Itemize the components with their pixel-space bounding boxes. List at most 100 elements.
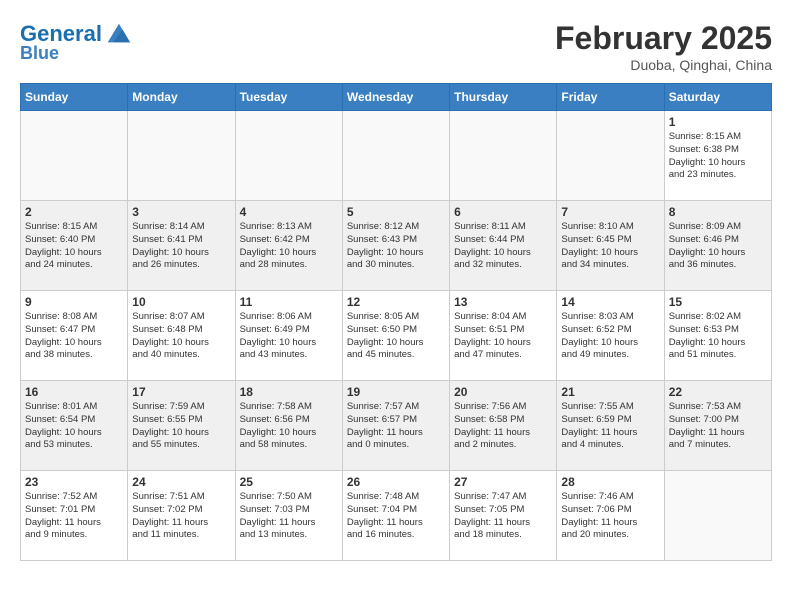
day-info: Sunrise: 7:51 AM Sunset: 7:02 PM Dayligh…	[132, 491, 230, 542]
day-number: 15	[669, 295, 767, 309]
day-number: 10	[132, 295, 230, 309]
calendar-day-cell: 13Sunrise: 8:04 AM Sunset: 6:51 PM Dayli…	[450, 291, 557, 381]
calendar-day-cell: 18 Sunrise: 7:58 AM Sunset: 6:56 PM Dayli…	[235, 381, 342, 471]
day-info: Sunrise: 8:07 AM Sunset: 6:48 PM Dayligh…	[132, 311, 230, 362]
day-number: 6	[454, 205, 552, 219]
day-info: Sunrise: 8:12 AM Sunset: 6:43 PM Dayligh…	[347, 221, 445, 272]
day-number: 7	[561, 205, 659, 219]
day-info: Sunrise: 7:59 AM Sunset: 6:55 PM Dayligh…	[132, 401, 230, 452]
calendar-day-cell: 23 Sunrise: 7:52 AM Sunset: 7:01 PM Dayli…	[21, 471, 128, 561]
weekday-header-saturday: Saturday	[664, 84, 771, 111]
calendar-day-cell	[235, 111, 342, 201]
day-info: Sunrise: 8:08 AM Sunset: 6:47 PM Dayligh…	[25, 311, 123, 362]
calendar-day-cell: 26 Sunrise: 7:48 AM Sunset: 7:04 PM Dayli…	[342, 471, 449, 561]
weekday-header-row: SundayMondayTuesdayWednesdayThursdayFrid…	[21, 84, 772, 111]
day-number: 8	[669, 205, 767, 219]
calendar-day-cell: 7 Sunrise: 8:10 AM Sunset: 6:45 PM Daylig…	[557, 201, 664, 291]
day-number: 9	[25, 295, 123, 309]
calendar-day-cell: 25 Sunrise: 7:50 AM Sunset: 7:03 PM Dayli…	[235, 471, 342, 561]
day-number: 14	[561, 295, 659, 309]
day-number: 28	[561, 475, 659, 489]
calendar-day-cell: 3Sunrise: 8:14 AM Sunset: 6:41 PM Daylig…	[128, 201, 235, 291]
day-number: 12	[347, 295, 445, 309]
calendar-day-cell: 4Sunrise: 8:13 AM Sunset: 6:42 PM Daylig…	[235, 201, 342, 291]
weekday-header-monday: Monday	[128, 84, 235, 111]
day-number: 18	[240, 385, 338, 399]
day-number: 20	[454, 385, 552, 399]
day-info: Sunrise: 7:56 AM Sunset: 6:58 PM Dayligh…	[454, 401, 552, 452]
calendar-day-cell	[21, 111, 128, 201]
day-info: Sunrise: 8:13 AM Sunset: 6:42 PM Dayligh…	[240, 221, 338, 272]
day-info: Sunrise: 7:57 AM Sunset: 6:57 PM Dayligh…	[347, 401, 445, 452]
logo: General Blue	[20, 20, 132, 64]
day-number: 17	[132, 385, 230, 399]
day-info: Sunrise: 7:46 AM Sunset: 7:06 PM Dayligh…	[561, 491, 659, 542]
day-info: Sunrise: 8:02 AM Sunset: 6:53 PM Dayligh…	[669, 311, 767, 362]
calendar-day-cell	[557, 111, 664, 201]
day-info: Sunrise: 8:09 AM Sunset: 6:46 PM Dayligh…	[669, 221, 767, 272]
day-number: 5	[347, 205, 445, 219]
day-number: 16	[25, 385, 123, 399]
calendar-day-cell: 27 Sunrise: 7:47 AM Sunset: 7:05 PM Dayli…	[450, 471, 557, 561]
weekday-header-sunday: Sunday	[21, 84, 128, 111]
day-number: 26	[347, 475, 445, 489]
location: Duoba, Qinghai, China	[555, 57, 772, 73]
day-info: Sunrise: 8:01 AM Sunset: 6:54 PM Dayligh…	[25, 401, 123, 452]
calendar-day-cell	[664, 471, 771, 561]
day-info: Sunrise: 7:48 AM Sunset: 7:04 PM Dayligh…	[347, 491, 445, 542]
day-number: 13	[454, 295, 552, 309]
day-info: Sunrise: 7:47 AM Sunset: 7:05 PM Dayligh…	[454, 491, 552, 542]
logo-icon	[104, 20, 132, 48]
weekday-header-friday: Friday	[557, 84, 664, 111]
calendar-day-cell: 8 Sunrise: 8:09 AM Sunset: 6:46 PM Daylig…	[664, 201, 771, 291]
day-number: 3	[132, 205, 230, 219]
day-number: 24	[132, 475, 230, 489]
weekday-header-wednesday: Wednesday	[342, 84, 449, 111]
day-info: Sunrise: 7:50 AM Sunset: 7:03 PM Dayligh…	[240, 491, 338, 542]
calendar-day-cell: 11 Sunrise: 8:06 AM Sunset: 6:49 PM Dayli…	[235, 291, 342, 381]
day-info: Sunrise: 8:11 AM Sunset: 6:44 PM Dayligh…	[454, 221, 552, 272]
calendar-week-row: 16 Sunrise: 8:01 AM Sunset: 6:54 PM Dayli…	[21, 381, 772, 471]
calendar-day-cell: 9 Sunrise: 8:08 AM Sunset: 6:47 PM Daylig…	[21, 291, 128, 381]
calendar-day-cell: 17 Sunrise: 7:59 AM Sunset: 6:55 PM Dayli…	[128, 381, 235, 471]
calendar-day-cell: 2Sunrise: 8:15 AM Sunset: 6:40 PM Daylig…	[21, 201, 128, 291]
month-title: February 2025	[555, 20, 772, 57]
day-number: 25	[240, 475, 338, 489]
calendar-week-row: 9 Sunrise: 8:08 AM Sunset: 6:47 PM Daylig…	[21, 291, 772, 381]
day-info: Sunrise: 8:05 AM Sunset: 6:50 PM Dayligh…	[347, 311, 445, 362]
calendar-day-cell: 20 Sunrise: 7:56 AM Sunset: 6:58 PM Dayli…	[450, 381, 557, 471]
calendar-day-cell: 21Sunrise: 7:55 AM Sunset: 6:59 PM Dayli…	[557, 381, 664, 471]
day-info: Sunrise: 8:15 AM Sunset: 6:40 PM Dayligh…	[25, 221, 123, 272]
day-info: Sunrise: 8:06 AM Sunset: 6:49 PM Dayligh…	[240, 311, 338, 362]
calendar-day-cell: 1Sunrise: 8:15 AM Sunset: 6:38 PM Daylig…	[664, 111, 771, 201]
calendar-day-cell: 10 Sunrise: 8:07 AM Sunset: 6:48 PM Dayli…	[128, 291, 235, 381]
day-number: 1	[669, 115, 767, 129]
calendar-day-cell: 12 Sunrise: 8:05 AM Sunset: 6:50 PM Dayli…	[342, 291, 449, 381]
calendar-day-cell: 24 Sunrise: 7:51 AM Sunset: 7:02 PM Dayli…	[128, 471, 235, 561]
day-number: 19	[347, 385, 445, 399]
calendar-day-cell	[128, 111, 235, 201]
day-info: Sunrise: 7:55 AM Sunset: 6:59 PM Dayligh…	[561, 401, 659, 452]
calendar-day-cell: 15 Sunrise: 8:02 AM Sunset: 6:53 PM Dayli…	[664, 291, 771, 381]
day-info: Sunrise: 7:53 AM Sunset: 7:00 PM Dayligh…	[669, 401, 767, 452]
calendar-table: SundayMondayTuesdayWednesdayThursdayFrid…	[20, 83, 772, 561]
page-header: General Blue February 2025 Duoba, Qingha…	[20, 20, 772, 73]
title-block: February 2025 Duoba, Qinghai, China	[555, 20, 772, 73]
calendar-week-row: 23 Sunrise: 7:52 AM Sunset: 7:01 PM Dayli…	[21, 471, 772, 561]
day-info: Sunrise: 8:10 AM Sunset: 6:45 PM Dayligh…	[561, 221, 659, 272]
day-number: 22	[669, 385, 767, 399]
calendar-week-row: 1Sunrise: 8:15 AM Sunset: 6:38 PM Daylig…	[21, 111, 772, 201]
calendar-day-cell: 16 Sunrise: 8:01 AM Sunset: 6:54 PM Dayli…	[21, 381, 128, 471]
day-info: Sunrise: 7:58 AM Sunset: 6:56 PM Dayligh…	[240, 401, 338, 452]
calendar-day-cell: 5 Sunrise: 8:12 AM Sunset: 6:43 PM Daylig…	[342, 201, 449, 291]
day-number: 27	[454, 475, 552, 489]
calendar-day-cell	[342, 111, 449, 201]
calendar-week-row: 2Sunrise: 8:15 AM Sunset: 6:40 PM Daylig…	[21, 201, 772, 291]
day-info: Sunrise: 7:52 AM Sunset: 7:01 PM Dayligh…	[25, 491, 123, 542]
calendar-day-cell: 22 Sunrise: 7:53 AM Sunset: 7:00 PM Dayli…	[664, 381, 771, 471]
day-number: 23	[25, 475, 123, 489]
calendar-day-cell: 28 Sunrise: 7:46 AM Sunset: 7:06 PM Dayli…	[557, 471, 664, 561]
day-info: Sunrise: 8:03 AM Sunset: 6:52 PM Dayligh…	[561, 311, 659, 362]
calendar-day-cell: 14 Sunrise: 8:03 AM Sunset: 6:52 PM Dayli…	[557, 291, 664, 381]
day-number: 11	[240, 295, 338, 309]
